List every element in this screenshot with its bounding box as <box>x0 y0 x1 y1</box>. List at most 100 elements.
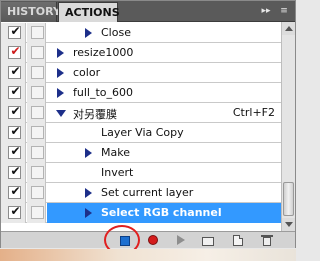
action-row-label: full_to_600 <box>73 86 133 99</box>
action-row[interactable]: ✔ full_to_600 <box>1 83 281 103</box>
toggle-dialog-column <box>27 23 46 43</box>
toggle-item-checkbox[interactable]: ✔ <box>8 64 21 79</box>
toggle-dialog-checkbox[interactable] <box>31 106 44 119</box>
toggle-dialog-column <box>27 43 46 63</box>
new-page-icon <box>233 235 243 246</box>
toggle-item-checkbox[interactable]: ✔ <box>8 144 21 159</box>
action-row-label: Invert <box>101 166 134 179</box>
action-row-content: Close <box>47 23 281 43</box>
toggle-dialog-checkbox[interactable] <box>31 166 44 179</box>
action-row-content: Layer Via Copy <box>47 123 281 143</box>
action-row-label: Layer Via Copy <box>101 126 184 139</box>
toggle-item-column: ✔ <box>1 183 26 203</box>
new-action-button[interactable] <box>230 234 246 247</box>
record-button[interactable] <box>145 234 161 247</box>
toggle-item-checkbox[interactable]: ✔ <box>8 204 21 219</box>
delete-button[interactable] <box>259 234 275 247</box>
checkmark-icon: ✔ <box>10 164 21 178</box>
play-button[interactable] <box>173 234 189 247</box>
toggle-dialog-checkbox[interactable] <box>31 186 44 199</box>
scroll-down-arrow-icon[interactable] <box>282 218 295 231</box>
checkmark-icon: ✔ <box>10 64 21 78</box>
checkmark-icon: ✔ <box>10 84 21 98</box>
action-row-label: Make <box>101 146 130 159</box>
action-row[interactable]: ✔ Close <box>1 23 281 43</box>
action-row-content: Invert <box>47 163 281 183</box>
action-row[interactable]: ✔ Set current layer <box>1 183 281 203</box>
action-row[interactable]: ✔ resize1000 <box>1 43 281 63</box>
toggle-item-checkbox[interactable]: ✔ <box>8 44 21 59</box>
action-row-label: Select RGB channel <box>101 206 222 219</box>
toggle-item-column: ✔ <box>1 43 26 63</box>
checkmark-icon: ✔ <box>10 184 21 198</box>
toggle-item-checkbox[interactable]: ✔ <box>8 124 21 139</box>
collapsed-arrow-icon[interactable] <box>57 88 64 98</box>
expanded-arrow-icon[interactable] <box>56 110 66 117</box>
toggle-item-checkbox[interactable]: ✔ <box>8 104 21 119</box>
toggle-dialog-checkbox[interactable] <box>31 46 44 59</box>
scrollbar-thumb[interactable] <box>283 182 294 216</box>
toggle-item-checkbox[interactable]: ✔ <box>8 164 21 179</box>
action-row-content: Set current layer <box>47 183 281 203</box>
toggle-dialog-checkbox[interactable] <box>31 66 44 79</box>
tab-actions[interactable]: ACTIONS <box>58 2 120 23</box>
action-row[interactable]: ✔ 对另覆膜 Ctrl+F2 <box>1 103 281 123</box>
toggle-dialog-checkbox[interactable] <box>31 86 44 99</box>
toggle-dialog-checkbox[interactable] <box>31 126 44 139</box>
scroll-up-arrow-icon[interactable] <box>282 22 295 35</box>
checkmark-icon: ✔ <box>10 124 21 138</box>
collapsed-arrow-icon[interactable] <box>85 148 92 158</box>
action-row-content: 对另覆膜 Ctrl+F2 <box>47 103 281 123</box>
toggle-item-column: ✔ <box>1 103 26 123</box>
toggle-item-column: ✔ <box>1 123 26 143</box>
vertical-scrollbar[interactable] <box>281 22 295 231</box>
toggle-item-checkbox[interactable]: ✔ <box>8 24 21 39</box>
actions-toolbar <box>1 231 295 248</box>
checkmark-icon: ✔ <box>10 104 21 118</box>
toggle-item-column: ✔ <box>1 163 26 183</box>
checkmark-icon: ✔ <box>10 144 21 158</box>
trash-icon <box>263 237 271 246</box>
collapsed-arrow-icon[interactable] <box>85 28 92 38</box>
action-row-label: color <box>73 66 101 79</box>
panel-tab-bar: HISTORY ACTIONS ▸▸ ≡ <box>1 1 295 23</box>
checkmark-icon: ✔ <box>10 44 21 58</box>
action-row[interactable]: ✔ Invert <box>1 163 281 183</box>
action-row[interactable]: ✔ Select RGB channel <box>1 203 281 223</box>
collapsed-arrow-icon[interactable] <box>85 208 92 218</box>
toggle-dialog-checkbox[interactable] <box>31 206 44 219</box>
action-row-label: 对另覆膜 <box>73 108 117 121</box>
toggle-dialog-column <box>27 183 46 203</box>
toggle-dialog-column <box>27 123 46 143</box>
collapsed-arrow-icon[interactable] <box>57 48 64 58</box>
toggle-dialog-column <box>27 203 46 223</box>
folder-icon <box>202 237 214 246</box>
collapse-panel-icon[interactable]: ▸▸ <box>259 4 273 18</box>
toggle-item-column: ✔ <box>1 63 26 83</box>
action-row-label: Close <box>101 26 131 39</box>
action-row-label: Set current layer <box>101 186 194 199</box>
toggle-item-checkbox[interactable]: ✔ <box>8 184 21 199</box>
toggle-item-checkbox[interactable]: ✔ <box>8 84 21 99</box>
toggle-dialog-checkbox[interactable] <box>31 146 44 159</box>
panel-menu-icon[interactable]: ≡ <box>277 4 291 18</box>
action-row[interactable]: ✔ color <box>1 63 281 83</box>
action-row[interactable]: ✔ Make <box>1 143 281 163</box>
action-row-content: resize1000 <box>47 43 281 63</box>
checkmark-icon: ✔ <box>10 204 21 218</box>
background-image-strip <box>0 249 296 261</box>
action-row-label: resize1000 <box>73 46 134 59</box>
toggle-item-column: ✔ <box>1 143 26 163</box>
action-row-content: Select RGB channel <box>47 203 281 223</box>
tab-history[interactable]: HISTORY <box>1 2 61 22</box>
toggle-dialog-checkbox[interactable] <box>31 26 44 39</box>
action-row-content: full_to_600 <box>47 83 281 103</box>
collapsed-arrow-icon[interactable] <box>85 188 92 198</box>
action-row-content: color <box>47 63 281 83</box>
new-set-button[interactable] <box>200 234 216 247</box>
action-row[interactable]: ✔ Layer Via Copy <box>1 123 281 143</box>
toggle-item-column: ✔ <box>1 83 26 103</box>
toggle-item-column: ✔ <box>1 23 26 43</box>
action-row-content: Make <box>47 143 281 163</box>
collapsed-arrow-icon[interactable] <box>57 68 64 78</box>
